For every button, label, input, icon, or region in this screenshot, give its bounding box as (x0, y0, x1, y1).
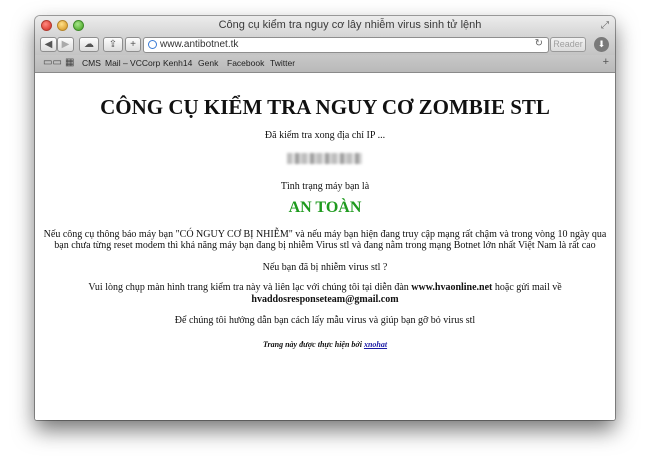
browser-toolbar: ◀ ▶ ☁ ⇪ + www.antibotnet.tk ↻ Reader ⬇ (35, 35, 615, 55)
chevron-right-icon: ▶ (61, 39, 70, 50)
contact-middle: hoặc gửi mail về (492, 282, 562, 293)
contact-text: Vui lòng chụp màn hình trang kiểm tra nà… (35, 282, 615, 293)
bookmark-facebook[interactable]: Facebook (227, 58, 264, 68)
warning-text-line2: bạn chưa từng reset modem thì khả năng m… (54, 240, 596, 251)
credit-prefix: Trang này được thực hiện bởi (262, 340, 364, 349)
page-content: CÔNG CỤ KIỂM TRA NGUY CƠ ZOMBIE STL Đã k… (35, 73, 615, 420)
status-label: Tình trạng máy bạn là (280, 181, 370, 192)
grid-icon[interactable]: ▦ (65, 57, 74, 68)
open-book-icon[interactable]: ▭▭ (43, 57, 62, 68)
fullscreen-icon[interactable]: ⤢ (601, 20, 609, 31)
contact-email: hvaddosresponseteam@gmail.com (251, 294, 399, 305)
contact-prefix: Vui lòng chụp màn hình trang kiểm tra nà… (88, 282, 412, 293)
warning-text-line1: Nếu công cụ thông báo máy bạn "CÓ NGUY C… (43, 229, 607, 240)
page-title: CÔNG CỤ KIỂM TRA NGUY CƠ ZOMBIE STL (100, 95, 550, 119)
downloads-icon[interactable]: ⬇ (594, 37, 609, 52)
close-window-button[interactable] (41, 20, 52, 31)
bookmarks-bar: ▭▭ ▦ CMS Mail – VCCorp Kenh14 Genk Faceb… (35, 55, 615, 73)
guide-text: Để chúng tôi hướng dẫn bạn cách lấy mẫu … (174, 315, 476, 326)
credit-line: Trang này được thực hiện bởi xnohat (35, 340, 615, 349)
icloud-tabs-button[interactable]: ☁ (79, 37, 99, 52)
blurred-ip-address (287, 153, 362, 164)
address-bar[interactable]: www.antibotnet.tk ↻ (143, 37, 549, 53)
author-link[interactable]: xnohat (364, 340, 387, 349)
browser-window: Công cụ kiểm tra nguy cơ lây nhiễm virus… (35, 16, 615, 420)
back-button[interactable]: ◀ (40, 37, 57, 52)
bookmark-twitter[interactable]: Twitter (270, 58, 295, 68)
window-title: Công cụ kiểm tra nguy cơ lây nhiễm virus… (218, 19, 482, 31)
status-value: AN TOÀN (288, 199, 362, 216)
plus-icon: + (130, 39, 136, 50)
share-icon: ⇪ (108, 39, 118, 50)
forward-button[interactable]: ▶ (57, 37, 74, 52)
bookmark-cms[interactable]: CMS (82, 58, 101, 68)
bookmark-genk[interactable]: Genk (198, 58, 218, 68)
check-status-text: Đã kiểm tra xong địa chỉ IP ... (264, 130, 386, 141)
cloud-icon: ☁ (84, 39, 94, 50)
bookmark-kenh14[interactable]: Kenh14 (163, 58, 192, 68)
add-tab-icon[interactable]: + (603, 56, 609, 68)
contact-email-line: hvaddosresponseteam@gmail.com (35, 294, 615, 305)
forum-link: www.hvaonline.net (411, 282, 493, 293)
reader-button[interactable]: Reader (550, 37, 586, 52)
bookmark-mail-vccorp[interactable]: Mail – VCCorp (105, 58, 160, 68)
title-bar: Công cụ kiểm tra nguy cơ lây nhiễm virus… (35, 16, 615, 35)
new-tab-button[interactable]: + (125, 37, 141, 52)
globe-icon (148, 40, 157, 49)
chevron-left-icon: ◀ (44, 39, 53, 50)
minimize-window-button[interactable] (57, 20, 68, 31)
url-text[interactable]: www.antibotnet.tk (160, 39, 238, 50)
infected-question: Nếu bạn đã bị nhiễm virus stl ? (262, 262, 388, 273)
share-button[interactable]: ⇪ (103, 37, 123, 52)
reload-icon[interactable]: ↻ (535, 38, 543, 49)
zoom-window-button[interactable] (73, 20, 84, 31)
